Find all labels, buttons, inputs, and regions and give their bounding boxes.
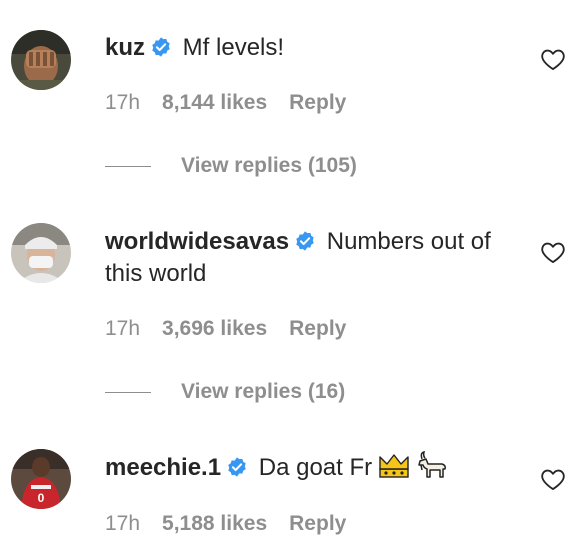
comment-body: Mf levels! (176, 34, 285, 61)
comment-body: Da goat Fr (252, 454, 373, 481)
like-button[interactable] (540, 467, 566, 491)
comment-likes-count[interactable]: 3,696 likes (162, 317, 267, 341)
comment-username[interactable]: meechie.1 (105, 454, 221, 481)
heart-outline-icon (541, 49, 565, 70)
verified-badge-icon (150, 36, 172, 58)
svg-text:0: 0 (38, 491, 45, 505)
divider-line (105, 391, 151, 393)
comment-username[interactable]: worldwidesavas (105, 228, 289, 255)
avatar[interactable] (11, 30, 71, 90)
reply-button[interactable]: Reply (289, 317, 346, 341)
heart-outline-icon (541, 469, 565, 490)
comment-timestamp: 17h (105, 512, 141, 535)
comment-likes-count[interactable]: 5,188 likes (162, 512, 267, 536)
view-replies-button[interactable]: View replies (16) (105, 380, 345, 404)
avatar[interactable] (11, 223, 71, 283)
crown-emoji-icon (378, 453, 410, 488)
comment-timestamp: 17h (105, 317, 141, 340)
divider-line (105, 165, 151, 167)
comment-likes-count[interactable]: 8,144 likes (162, 91, 267, 115)
avatar-image-meechie: 0 (11, 449, 71, 509)
verified-badge-icon (226, 456, 248, 478)
comment-timestamp: 17h (105, 91, 141, 114)
comment-meta: 17h 8,144 likes Reply (105, 91, 346, 115)
avatar-image-kuz (11, 30, 71, 90)
like-button[interactable] (540, 240, 566, 264)
avatar-image-worldwidesavas (11, 223, 71, 283)
heart-outline-icon (541, 242, 565, 263)
comment-meta: 17h 3,696 likes Reply (105, 317, 346, 341)
view-replies-label: View replies (105) (181, 154, 357, 177)
comment-meta: 17h 5,188 likes Reply (105, 512, 346, 536)
goat-emoji-icon (416, 450, 448, 488)
reply-button[interactable]: Reply (289, 512, 346, 536)
comment-text: kuz Mf levels! (105, 32, 515, 64)
like-button[interactable] (540, 47, 566, 71)
comment-text: meechie.1 Da goat Fr (105, 450, 515, 488)
view-replies-button[interactable]: View replies (105) (105, 154, 357, 178)
reply-button[interactable]: Reply (289, 91, 346, 115)
view-replies-label: View replies (16) (181, 380, 346, 403)
comment-username[interactable]: kuz (105, 34, 145, 61)
verified-badge-icon (294, 230, 316, 252)
avatar[interactable]: 0 (11, 449, 71, 509)
comment-text: worldwidesavas Numbers out of this world (105, 226, 515, 290)
